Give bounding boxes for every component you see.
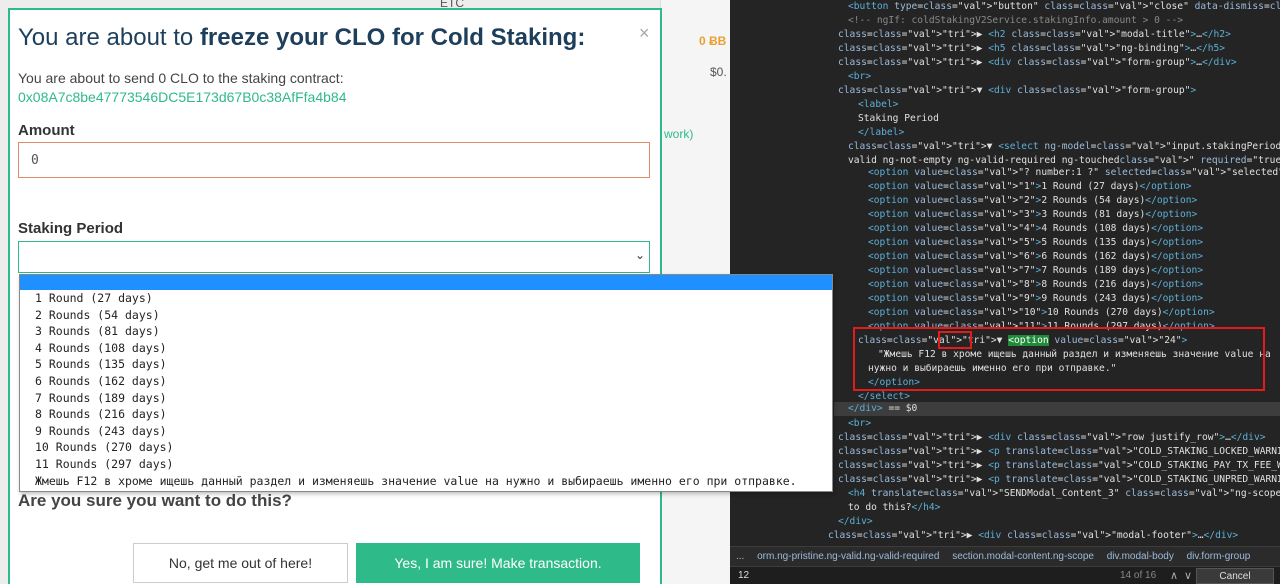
background-fragment: 0 ɃB xyxy=(699,34,727,48)
annotation-red-box xyxy=(853,327,1265,391)
devtools-code-line[interactable]: <h4 translate=class="val">"SENDModal_Con… xyxy=(848,487,1280,501)
modal-title: You are about to freeze your CLO for Col… xyxy=(18,24,585,52)
breadcrumb-item[interactable]: div.form-group xyxy=(1187,551,1251,562)
dropdown-option[interactable]: 8 Rounds (216 days) xyxy=(20,406,832,423)
search-match-count: 14 of 16 xyxy=(1120,570,1157,581)
devtools-code-line[interactable]: <option value=class="val">"1">1 Round (2… xyxy=(868,180,1192,194)
devtools-code-line[interactable]: class=class="val">"tri">▶ <div class=cla… xyxy=(838,56,1237,70)
devtools-code-line[interactable]: </div> xyxy=(838,515,873,529)
breadcrumb-item[interactable]: ... xyxy=(736,551,744,562)
devtools-code-line[interactable]: class=class="val">"tri">▶ <p translate=c… xyxy=(838,445,1280,459)
chevron-down-icon: ⌄ xyxy=(634,248,645,262)
dropdown-option[interactable]: 4 Rounds (108 days) xyxy=(20,340,832,357)
devtools-code-line[interactable]: <br> xyxy=(848,417,871,431)
devtools-code-line[interactable]: <br> xyxy=(848,70,871,84)
staking-period-select[interactable]: ⌄ xyxy=(18,241,650,273)
devtools-code-line[interactable]: <option value=class="val">"7">7 Rounds (… xyxy=(868,264,1203,278)
amount-input[interactable] xyxy=(18,142,650,178)
breadcrumb-item[interactable]: div.modal-body xyxy=(1107,551,1174,562)
breadcrumb-item[interactable]: section.modal-content.ng-scope xyxy=(952,551,1094,562)
devtools-code-line[interactable]: <option value=class="val">"2">2 Rounds (… xyxy=(868,194,1197,208)
staking-period-label: Staking Period xyxy=(18,220,124,237)
devtools-code-line[interactable]: class=class="val">"tri">▶ <p translate=c… xyxy=(838,473,1280,487)
cancel-button[interactable]: No, get me out of here! xyxy=(133,543,348,583)
search-prev-icon[interactable]: ∧ xyxy=(1170,569,1178,582)
contract-address: 0x08A7c8be47773546DC5E173d67B0c38AfFfa4b… xyxy=(18,89,347,105)
devtools-code-line[interactable]: Staking Period xyxy=(858,112,939,126)
dropdown-option[interactable]: 3 Rounds (81 days) xyxy=(20,323,832,340)
devtools-code-line[interactable]: <option value=class="val">"5">5 Rounds (… xyxy=(868,236,1203,250)
breadcrumb-item[interactable]: orm.ng-pristine.ng-valid.ng-valid-requir… xyxy=(757,551,939,562)
confirm-question: Are you sure you want to do this? xyxy=(18,491,292,510)
devtools-code-line[interactable]: <label> xyxy=(858,98,898,112)
annotation-red-box-small xyxy=(938,331,972,349)
devtools-code-line[interactable]: <option value=class="val">"6">6 Rounds (… xyxy=(868,250,1203,264)
devtools-code-line[interactable]: class=class="val">"tri">▶ <div class=cla… xyxy=(828,529,1238,543)
devtools-code-line[interactable]: <!-- ngIf: coldStakingV2Service.stakingI… xyxy=(848,14,1183,28)
devtools-search-bar: 12 14 of 16 ∧ ∨ Cancel xyxy=(730,566,1280,584)
devtools-code-line[interactable]: <option value=class="val">"4">4 Rounds (… xyxy=(868,222,1203,236)
background-fragment: work) xyxy=(664,127,694,141)
devtools-search-input[interactable]: 12 xyxy=(738,570,749,581)
dropdown-option[interactable]: 9 Rounds (243 days) xyxy=(20,423,832,440)
background-fragment: $0. xyxy=(710,65,727,79)
dropdown-option[interactable]: 10 Rounds (270 days) xyxy=(20,439,832,456)
dropdown-option[interactable]: 11 Rounds (297 days) xyxy=(20,456,832,473)
search-next-icon[interactable]: ∨ xyxy=(1184,569,1192,582)
devtools-code-line[interactable]: class=class="val">"tri">▼ <div class=cla… xyxy=(838,84,1196,98)
modal-title-bold: freeze your CLO for Cold Staking: xyxy=(199,24,586,51)
amount-label: Amount xyxy=(18,122,75,139)
modal-title-prefix: You are about to xyxy=(18,24,200,51)
devtools-code-line[interactable]: class=class="val">"tri">▶ <h2 class=clas… xyxy=(838,28,1231,42)
confirm-transaction-button[interactable]: Yes, I am sure! Make transaction. xyxy=(356,543,640,583)
staking-period-dropdown: 1 Round (27 days) 2 Rounds (54 days) 3 R… xyxy=(19,274,833,492)
breadcrumb: ... orm.ng-pristine.ng-valid.ng-valid-re… xyxy=(730,546,1280,566)
devtools-code-line[interactable]: <option value=class="val">"8">8 Rounds (… xyxy=(868,278,1203,292)
devtools-code-line[interactable]: class=class="val">"tri">▶ <h5 class=clas… xyxy=(838,42,1225,56)
devtools-code-line[interactable]: <option value=class="val">"3">3 Rounds (… xyxy=(868,208,1197,222)
devtools-code-line[interactable]: class=class="val">"tri">▶ <p translate=c… xyxy=(838,459,1280,473)
devtools-code-line[interactable]: class=class="val">"tri">▶ <div class=cla… xyxy=(838,431,1266,445)
send-description: You are about to send 0 CLO to the staki… xyxy=(18,70,344,86)
devtools-code-line[interactable]: <option value=class="val">"10">10 Rounds… xyxy=(868,306,1215,320)
dropdown-option[interactable]: 6 Rounds (162 days) xyxy=(20,373,832,390)
devtools-code-line[interactable]: <button type=class="val">"button" class=… xyxy=(848,0,1280,14)
devtools-code-line[interactable]: to do this?</h4> xyxy=(848,501,940,515)
dropdown-option[interactable]: 1 Round (27 days) xyxy=(20,290,832,307)
devtools-code-line[interactable]: </div> == $0 xyxy=(848,402,917,416)
dropdown-option[interactable]: 7 Rounds (189 days) xyxy=(20,390,832,407)
close-icon[interactable]: × xyxy=(639,23,650,44)
devtools-code-line[interactable]: </label> xyxy=(858,126,904,140)
devtools-code-line[interactable]: class=class="val">"tri">▼ <select ng-mod… xyxy=(848,140,1280,154)
dropdown-option[interactable]: 2 Rounds (54 days) xyxy=(20,307,832,324)
devtools-code-line[interactable]: <option value=class="val">"? number:1 ?"… xyxy=(868,166,1280,180)
dropdown-option-custom[interactable]: Жмешь F12 в хроме ищешь данный раздел и … xyxy=(20,473,832,490)
dropdown-option[interactable]: 5 Rounds (135 days) xyxy=(20,356,832,373)
search-cancel-button[interactable]: Cancel xyxy=(1196,568,1274,584)
dropdown-option-selected-empty[interactable] xyxy=(20,275,832,290)
devtools-code-line[interactable]: <option value=class="val">"9">9 Rounds (… xyxy=(868,292,1203,306)
